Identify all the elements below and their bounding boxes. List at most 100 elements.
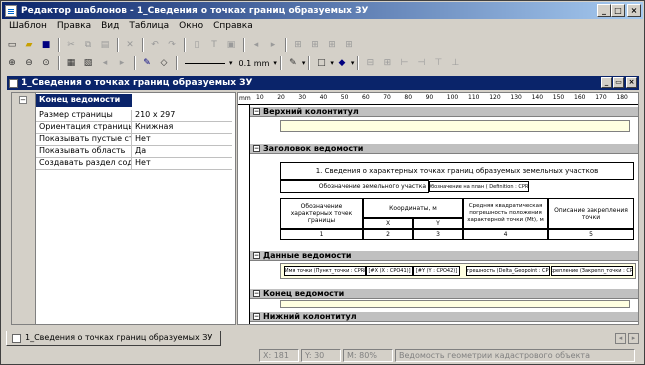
col-fix-header[interactable]: Описание закрепления точки [548, 198, 634, 229]
ruler-tick-label: 150 [552, 94, 565, 101]
num-cell[interactable]: 4 [463, 229, 548, 240]
property-row-show-empty[interactable]: Показывать пустые строНет [36, 134, 232, 146]
insert-image-icon[interactable]: ▣ [223, 37, 239, 53]
fill-color-icon[interactable]: ◆ [334, 55, 350, 71]
zoom-in-icon[interactable]: ⊕ [4, 55, 20, 71]
line-style-arrow-icon[interactable]: ▾ [229, 59, 233, 67]
insert-col-icon[interactable]: ⊣ [413, 55, 429, 71]
num-cell[interactable]: 3 [413, 229, 463, 240]
section-top-header[interactable]: − Верхний колонтитул [250, 106, 638, 117]
property-row-page-size[interactable]: Размер страницы 210 x 297 [36, 110, 232, 122]
ruler-tick-label: 40 [319, 94, 328, 101]
plot-field[interactable]: [#Обозначение на план ( Definition : CPR… [429, 181, 529, 192]
save-icon[interactable]: ■ [38, 37, 54, 53]
tab-document[interactable]: 1_Сведения о точках границ образуемых ЗУ [6, 331, 222, 346]
toolbar-format: ⊕ ⊖ ⊙ ▦ ▧ ◂ ▸ ✎ ◇ ▾ 0.1 mm ▾ ✎ ▾ □ ▾ ◆ ▾… [4, 54, 634, 72]
section-bottom-footer[interactable]: − Нижний колонтитул [250, 311, 638, 322]
merge-cells-icon[interactable]: ⊟ [362, 55, 378, 71]
property-row-create-section[interactable]: Создавать раздел содерНет [36, 158, 232, 170]
doc-maximize-button[interactable]: ▭ [613, 77, 624, 88]
zoom-out-icon[interactable]: ⊖ [21, 55, 37, 71]
new-icon[interactable]: ▭ [4, 37, 20, 53]
menu-template[interactable]: Шаблон [4, 20, 52, 34]
field-error[interactable]: [#Погрешность (Delta_Geopoint : CPR47)] [466, 266, 550, 276]
delete-col-icon[interactable]: ⊥ [447, 55, 463, 71]
field-fix[interactable]: [#Закрепление (Закрепл_точки : CPR50)] [551, 266, 633, 276]
collapse-icon[interactable]: − [19, 96, 27, 104]
forward-icon[interactable]: ▸ [114, 55, 130, 71]
num-cell[interactable]: 1 [280, 229, 363, 240]
delete-row-icon[interactable]: ⊤ [430, 55, 446, 71]
tab-scroll-left-icon[interactable]: ◂ [615, 333, 626, 344]
line-style-select[interactable] [185, 62, 225, 64]
copy-icon[interactable]: ⧉ [80, 37, 96, 53]
properties-icon[interactable]: ▦ [63, 55, 79, 71]
section-list-header[interactable]: − Заголовок ведомости [250, 143, 638, 154]
zoom-fit-icon[interactable]: ⊙ [38, 55, 54, 71]
paste-icon[interactable]: ▤ [97, 37, 113, 53]
property-row-orientation[interactable]: Ориентация страницы Книжная [36, 122, 232, 134]
menu-table[interactable]: Таблица [124, 20, 174, 34]
line-color-icon[interactable]: ✎ [285, 55, 301, 71]
align-center-icon[interactable]: ⊞ [307, 37, 323, 53]
minimize-button[interactable]: _ [597, 4, 611, 17]
template-canvas[interactable]: mm 10 20 30 40 50 60 70 80 90 100 110 120 130 140 150 1… [237, 92, 639, 325]
field-x[interactable]: [#X (X : CPO41)] [366, 266, 413, 276]
field-y[interactable]: [#Y (Y : CPO42)] [413, 266, 460, 276]
col-y-header[interactable]: Y [413, 218, 463, 229]
toolbar-main: ▭ ▰ ■ ✂ ⧉ ▤ ✕ ↶ ↷ ▯ T ▣ ◂ ▸ ⊞ ⊞ ⊞ ⊞ [4, 36, 634, 54]
back-icon[interactable]: ◂ [97, 55, 113, 71]
col-coords-header[interactable]: Координаты, м [363, 198, 463, 218]
property-group-header[interactable]: Конец ведомости [36, 94, 132, 107]
horizontal-ruler: mm 10 20 30 40 50 60 70 80 90 100 110 120 130 140 150 1… [238, 93, 638, 105]
plot-label-cell[interactable]: Обозначение земельного участка [280, 180, 429, 193]
menu-view[interactable]: Вид [96, 20, 124, 34]
insert-text-icon[interactable]: T [206, 37, 222, 53]
insert-row-icon[interactable]: ⊢ [396, 55, 412, 71]
border-icon[interactable]: □ [313, 55, 329, 71]
list-end-band[interactable] [280, 300, 630, 308]
maximize-button[interactable]: □ [611, 4, 625, 17]
num-cell[interactable]: 2 [363, 229, 413, 240]
ruler-tick-label: 110 [468, 94, 480, 101]
next-icon[interactable]: ▸ [265, 37, 281, 53]
delete-icon[interactable]: ✕ [122, 37, 138, 53]
align-right-icon[interactable]: ⊞ [324, 37, 340, 53]
field-point-name[interactable]: [#Имя точки (Пункт_точки : CPR8)] [284, 266, 366, 276]
redo-icon[interactable]: ↷ [164, 37, 180, 53]
open-icon[interactable]: ▰ [21, 37, 37, 53]
split-cells-icon[interactable]: ⊞ [379, 55, 395, 71]
menu-window[interactable]: Окно [174, 20, 208, 34]
col-point-header[interactable]: Обозначение характерных точек границы [280, 198, 363, 229]
close-button[interactable]: × [627, 4, 641, 17]
table-title-cell[interactable]: 1. Сведения о характерных точках границ … [280, 162, 634, 180]
menu-edit[interactable]: Правка [52, 20, 96, 34]
fill-arrow-icon[interactable]: ▾ [351, 59, 355, 67]
menu-help[interactable]: Справка [208, 20, 258, 34]
line-width-arrow-icon[interactable]: ▾ [273, 59, 277, 67]
tab-scroll-right-icon[interactable]: ▸ [628, 333, 639, 344]
undo-icon[interactable]: ↶ [147, 37, 163, 53]
align-left-icon[interactable]: ⊞ [290, 37, 306, 53]
num-cell[interactable]: 5 [548, 229, 634, 240]
eraser-icon[interactable]: ◇ [156, 55, 172, 71]
line-width-select[interactable]: 0.1 mm [239, 59, 270, 68]
cut-icon[interactable]: ✂ [63, 37, 79, 53]
section-list-data[interactable]: − Данные ведомости [250, 250, 638, 261]
line-color-arrow-icon[interactable]: ▾ [302, 59, 306, 67]
prev-icon[interactable]: ◂ [248, 37, 264, 53]
property-row-show-area[interactable]: Показывать область Да [36, 146, 232, 158]
preview-icon[interactable]: ▧ [80, 55, 96, 71]
col-error-header[interactable]: Средняя квадратическая погрешность полож… [463, 198, 548, 229]
section-list-end[interactable]: − Конец ведомости [250, 288, 638, 299]
top-header-band[interactable] [280, 120, 630, 132]
app-icon [5, 4, 17, 17]
insert-field-icon[interactable]: ▯ [189, 37, 205, 53]
doc-close-button[interactable]: × [626, 77, 637, 88]
tab-document-icon [12, 334, 21, 343]
col-x-header[interactable]: X [363, 218, 413, 229]
status-bar: X: 181 Y: 30 M: 80% Ведомость геометрии … [4, 349, 642, 363]
doc-minimize-button[interactable]: _ [601, 77, 612, 88]
pen-icon[interactable]: ✎ [139, 55, 155, 71]
align-justify-icon[interactable]: ⊞ [341, 37, 357, 53]
